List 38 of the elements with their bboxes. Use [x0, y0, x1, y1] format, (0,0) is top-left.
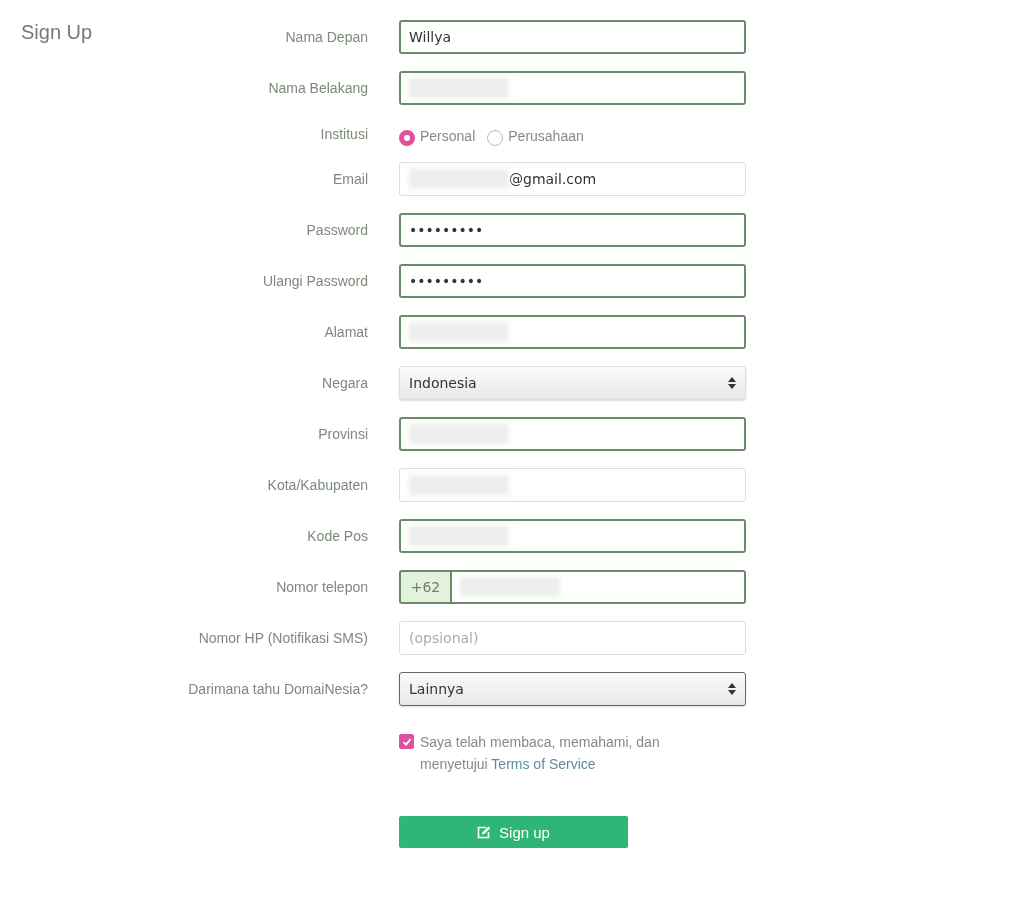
field-label: Kode Pos — [307, 528, 368, 544]
field-label: Nama Depan — [285, 29, 368, 45]
field-label: Negara — [322, 375, 368, 391]
field-label: Kota/Kabupaten — [267, 477, 368, 493]
field-label: Nama Belakang — [268, 80, 368, 96]
field-label: Institusi — [320, 125, 368, 142]
input-field[interactable] — [399, 315, 746, 349]
page-title: Sign Up — [21, 21, 93, 44]
country-code: +62 — [399, 570, 450, 604]
field-label: Provinsi — [318, 426, 368, 442]
input-field[interactable]: @gmail.com — [399, 162, 746, 196]
field-label: Password — [306, 222, 368, 238]
terms-link[interactable]: Terms of Service — [491, 756, 596, 772]
input-field[interactable] — [399, 417, 746, 451]
radio-label[interactable]: Perusahaan — [508, 128, 584, 144]
field-label: Alamat — [324, 324, 368, 340]
radio-label[interactable]: Personal — [420, 128, 476, 144]
radio-button[interactable] — [487, 129, 504, 146]
password-field[interactable]: ••••••••• — [399, 264, 746, 298]
up-down-icon — [728, 377, 736, 389]
up-down-icon — [728, 683, 736, 695]
field-label: Nomor HP (Notifikasi SMS) — [198, 630, 368, 646]
radio-button[interactable] — [399, 129, 415, 146]
field-label: Darimana tahu DomaiNesia? — [188, 681, 368, 697]
dropdown[interactable]: Lainnya — [399, 672, 746, 706]
input-field[interactable] — [450, 570, 746, 604]
checkmark-icon — [401, 736, 412, 747]
dropdown[interactable]: Indonesia — [399, 366, 746, 400]
field-label: Email — [333, 171, 368, 187]
input-field[interactable] — [399, 519, 746, 553]
agreement-text: Saya telah membaca, memahami, dan menyetujui Terms of Service — [420, 733, 661, 774]
field-label: Ulangi Password — [262, 273, 368, 289]
input-field[interactable]: Willya — [399, 20, 746, 54]
checkbox[interactable] — [399, 734, 414, 749]
password-field[interactable]: ••••••••• — [399, 213, 746, 247]
input-field[interactable] — [399, 71, 746, 105]
field-label: Nomor telepon — [276, 579, 368, 595]
edit-icon — [477, 825, 492, 839]
